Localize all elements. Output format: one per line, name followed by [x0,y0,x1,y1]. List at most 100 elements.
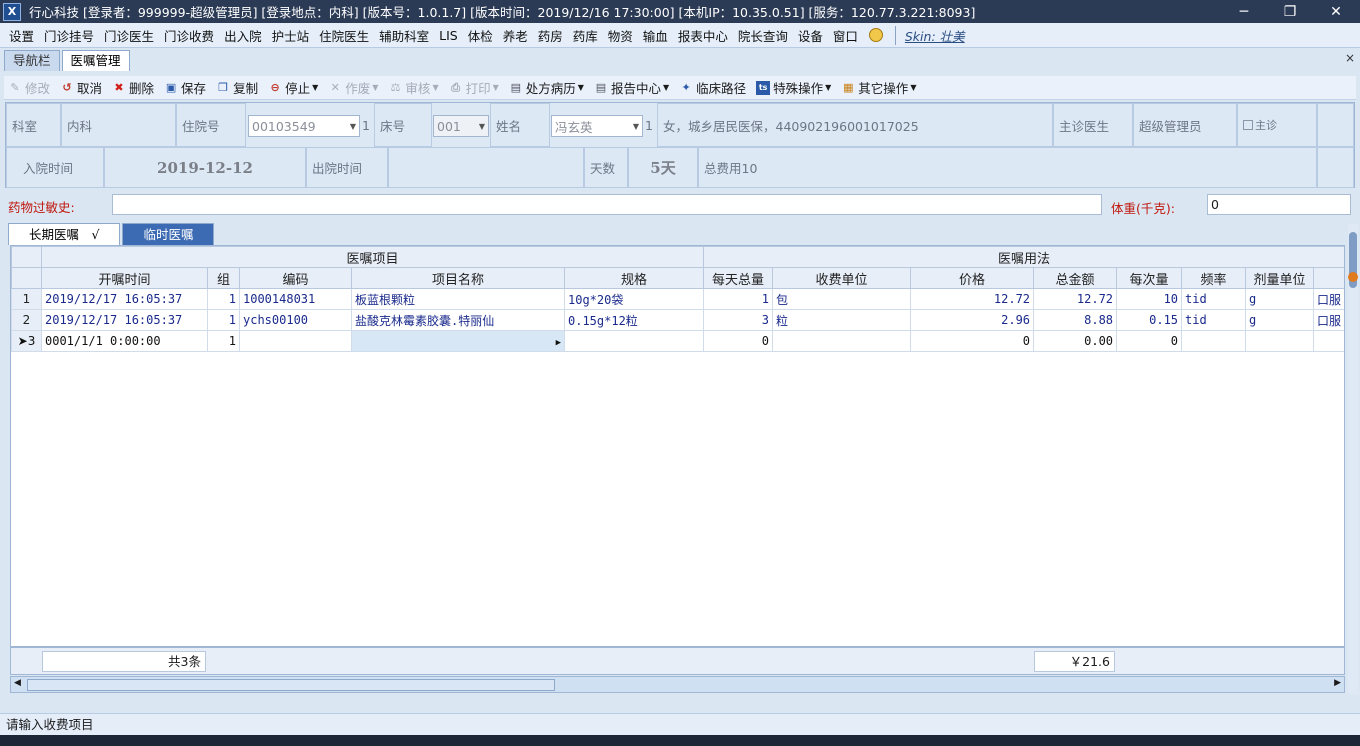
cell-unit[interactable] [772,330,912,352]
menu-auxiliary-dept[interactable]: 辅助科室 [374,26,434,45]
menu-materials[interactable]: 物资 [603,26,638,45]
col-item-name[interactable]: 项目名称 [351,267,565,289]
chief-checkbox[interactable]: 主诊 [1237,103,1317,147]
maximize-button[interactable]: ❐ [1267,0,1313,23]
cell-amount[interactable]: 12.72 [1033,288,1118,310]
col-spec[interactable]: 规格 [563,267,705,289]
col-per-dose[interactable]: 每次量 [1116,267,1183,289]
cell-time[interactable]: 0001/1/1 0:00:00 [41,330,208,352]
scroll-left-icon[interactable]: ◀ [14,678,21,688]
cell-name[interactable]: 盐酸克林霉素胶囊.特丽仙 [351,309,565,331]
cell-spec[interactable] [563,330,705,352]
col-price[interactable]: 价格 [910,267,1035,289]
menu-nurse-station[interactable]: 护士站 [267,26,315,45]
menu-admission[interactable]: 出入院 [219,26,267,45]
close-tab-icon[interactable]: × [1345,51,1355,65]
col-dose-unit[interactable]: 剂量单位 [1245,267,1315,289]
cell-route[interactable]: 口服 [1313,288,1344,310]
menu-lis[interactable]: LIS [434,28,463,43]
save-button[interactable]: ▣ 保存 [164,78,206,97]
col-amount[interactable]: 总金额 [1033,267,1118,289]
col-frequency[interactable]: 频率 [1181,267,1247,289]
tab-temporary-orders[interactable]: 临时医嘱 [122,223,215,245]
cell-freq[interactable]: tid [1181,309,1247,331]
menu-physical-exam[interactable]: 体检 [463,26,498,45]
print-button[interactable]: ⎙ 打印 ▼ [449,78,499,97]
cell-group[interactable]: 1 [207,288,240,310]
menu-equipment[interactable]: 设备 [793,26,828,45]
table-row[interactable]: 1 2019/12/17 16:05:37 1 1000148031 板蓝根颗粒… [11,288,1344,310]
cell-code[interactable] [239,330,352,352]
lightbulb-icon[interactable] [868,28,883,42]
col-group[interactable]: 组 [207,267,240,289]
report-center-button[interactable]: ▤ 报告中心 ▼ [594,78,669,97]
col-charge-unit[interactable]: 收费单位 [772,267,912,289]
copy-button[interactable]: ❐ 复制 [216,78,258,97]
cell-daily[interactable]: 3 [703,309,774,331]
cell-freq[interactable]: tid [1181,288,1247,310]
cancel-button[interactable]: ↺ 取消 [60,78,102,97]
menu-outpatient-charge[interactable]: 门诊收费 [159,26,219,45]
cell-group[interactable]: 1 [207,330,240,352]
col-code[interactable]: 编码 [239,267,352,289]
menu-report-center[interactable]: 报表中心 [673,26,733,45]
menu-pharmacy[interactable]: 药房 [533,26,568,45]
cell-daily[interactable]: 1 [703,288,774,310]
audit-button[interactable]: ⚖ 审核 ▼ [388,78,438,97]
menu-blood[interactable]: 输血 [638,26,673,45]
close-button[interactable]: ✕ [1313,0,1359,23]
skin-link[interactable]: Skin: 壮美 [894,25,970,45]
cell-group[interactable]: 1 [207,309,240,331]
cell-code[interactable]: 1000148031 [239,288,352,310]
void-button[interactable]: ✕ 作废 ▼ [328,78,379,97]
cell-price[interactable]: 2.96 [910,309,1035,331]
col-daily-total[interactable]: 每天总量 [703,267,774,289]
cell-spec[interactable]: 10g*20袋 [563,288,705,310]
menu-elderly-care[interactable]: 养老 [498,26,533,45]
menu-window[interactable]: 窗口 [828,26,863,45]
col-route[interactable] [1313,267,1344,289]
cell-per[interactable]: 10 [1116,288,1183,310]
clinical-pathway-button[interactable]: ✦ 临床路径 [679,78,747,97]
scroll-right-icon[interactable]: ▶ [1334,678,1341,688]
cell-name-editor[interactable]: ▶ [351,330,565,352]
cell-name[interactable]: 板蓝根颗粒 [351,288,565,310]
weight-input[interactable]: 0 [1207,194,1351,215]
cell-time[interactable]: 2019/12/17 16:05:37 [41,309,208,331]
col-order-time[interactable]: 开嘱时间 [41,267,208,289]
cell-daily[interactable]: 0 [703,330,774,352]
stop-button[interactable]: ⊖ 停止 ▼ [268,78,318,97]
cell-spec[interactable]: 0.15g*12粒 [563,309,705,331]
cell-dose-unit[interactable] [1245,330,1315,352]
cell-price[interactable]: 0 [910,330,1035,352]
name-combo[interactable]: 冯玄英 ▼ [551,115,643,137]
menu-director-query[interactable]: 院长查询 [733,26,793,45]
menu-outpatient-doctor[interactable]: 门诊医生 [99,26,159,45]
menu-outpatient-register[interactable]: 门诊挂号 [39,26,99,45]
menu-settings[interactable]: 设置 [4,26,39,45]
cell-per[interactable]: 0.15 [1116,309,1183,331]
minimize-button[interactable]: ─ [1221,0,1267,23]
cell-freq[interactable] [1181,330,1247,352]
cell-dose-unit[interactable]: g [1245,309,1315,331]
other-ops-button[interactable]: ▦ 其它操作 ▼ [841,78,916,97]
vertical-scrollbar[interactable] [1348,224,1358,694]
prescription-button[interactable]: ▤ 处方病历 ▼ [509,78,584,97]
menu-drug-store[interactable]: 药库 [568,26,603,45]
cell-dose-unit[interactable]: g [1245,288,1315,310]
allergy-input[interactable] [112,194,1102,215]
cell-amount[interactable]: 0.00 [1033,330,1118,352]
special-ops-button[interactable]: ts 特殊操作 ▼ [756,78,831,97]
menu-inpatient-doctor[interactable]: 住院医生 [314,26,374,45]
cell-price[interactable]: 12.72 [910,288,1035,310]
edit-button[interactable]: ✎ 修改 [8,78,50,97]
cell-route[interactable]: 口服 [1313,309,1344,331]
row-number[interactable]: 2 [11,309,42,331]
admission-no-combo[interactable]: 00103549 ▼ [248,115,360,137]
horizontal-scrollbar[interactable]: ◀ ▶ [10,676,1345,693]
delete-button[interactable]: ✖ 删除 [112,78,154,97]
cell-amount[interactable]: 8.88 [1033,309,1118,331]
row-number[interactable]: ➤3 [11,330,42,352]
tab-long-term-orders[interactable]: 长期医嘱 √ [8,223,121,245]
bed-combo[interactable]: 001 ▼ [433,115,489,137]
